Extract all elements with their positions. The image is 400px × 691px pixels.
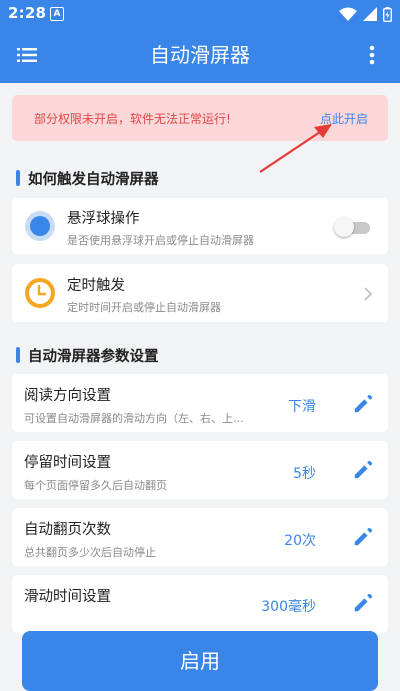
timer-trigger-subtitle: 定时时间开启或停止自动滑屏器 [67, 301, 221, 314]
floating-ball-card: 悬浮球操作 是否使用悬浮球开启或停止自动滑屏器 [12, 198, 388, 254]
page-turn-count-title: 自动翻页次数 [24, 522, 111, 538]
reading-direction-value: 下滑 [288, 399, 316, 415]
swipe-duration-value: 300毫秒 [261, 599, 316, 615]
permission-warning-text: 部分权限未开启，软件无法正常运行! [34, 112, 231, 126]
clock-icon [25, 278, 55, 308]
reading-direction-title: 阅读方向设置 [24, 388, 111, 404]
app-bar: 自动滑屏器 [0, 28, 400, 83]
more-options-button[interactable] [360, 43, 384, 67]
stay-time-subtitle: 每个页面停留多久后自动翻页 [24, 479, 167, 492]
chevron-right-icon [364, 287, 373, 301]
app-title: 自动滑屏器 [150, 43, 250, 67]
page-turn-count-subtitle: 总共翻页多少次后自动停止 [24, 546, 156, 559]
wifi-icon [339, 7, 357, 21]
swipe-duration-title: 滑动时间设置 [24, 589, 111, 605]
annotation-arrow-icon [259, 124, 332, 173]
enable-button[interactable]: 启用 [22, 631, 378, 691]
stay-time-card[interactable]: 停留时间设置 每个页面停留多久后自动翻页 5秒 [12, 441, 388, 499]
more-vert-icon [369, 45, 375, 65]
page-turn-count-card[interactable]: 自动翻页次数 总共翻页多少次后自动停止 20次 [12, 508, 388, 566]
status-time: 2:28 [8, 4, 47, 22]
status-bar: 2:28 A [0, 0, 400, 28]
edit-icon[interactable] [352, 526, 374, 548]
floating-ball-toggle[interactable] [334, 217, 370, 237]
stay-time-title: 停留时间设置 [24, 455, 111, 471]
stay-time-value: 5秒 [293, 466, 316, 482]
floating-ball-subtitle: 是否使用悬浮球开启或停止自动滑屏器 [67, 234, 254, 247]
battery-icon [383, 6, 392, 22]
edit-icon[interactable] [352, 393, 374, 415]
status-icons [339, 6, 392, 22]
floating-ball-icon [25, 211, 55, 241]
edit-icon[interactable] [352, 592, 374, 614]
edit-icon[interactable] [352, 459, 374, 481]
swipe-duration-card[interactable]: 滑动时间设置 300毫秒 [12, 575, 388, 633]
timer-trigger-title: 定时触发 [67, 278, 125, 294]
reading-direction-subtitle: 可设置自动滑屏器的滑动方向（左、右、上... [24, 412, 244, 425]
floating-ball-title: 悬浮球操作 [67, 211, 140, 227]
toggle-knob [334, 217, 354, 237]
params-section-title: 自动滑屏器参数设置 [16, 345, 159, 366]
page-turn-count-value: 20次 [284, 533, 316, 549]
signal-icon [363, 7, 377, 21]
reading-direction-card[interactable]: 阅读方向设置 可设置自动滑屏器的滑动方向（左、右、上... 下滑 [12, 374, 388, 432]
trigger-section-title: 如何触发自动滑屏器 [16, 168, 159, 189]
timer-trigger-card[interactable]: 定时触发 定时时间开启或停止自动滑屏器 [12, 264, 388, 322]
notification-icon: A [50, 7, 64, 21]
